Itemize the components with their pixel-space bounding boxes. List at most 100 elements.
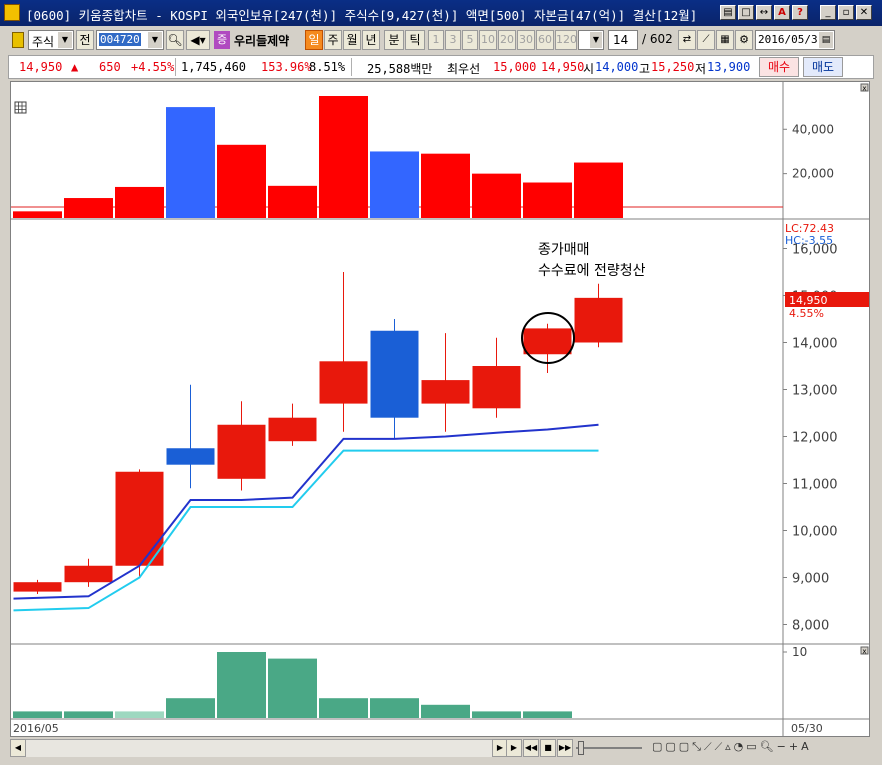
period-minute-button[interactable]: 분: [384, 30, 404, 50]
volume-bar: [574, 162, 623, 218]
search-icon: 🔍︎: [167, 33, 183, 47]
quote-bar: 14,950 ▲ 650 +4.55% 1,745,460 153.96% 8.…: [8, 55, 874, 79]
scroll-left-button[interactable]: ◀: [10, 739, 26, 757]
period-year-button[interactable]: 년: [362, 30, 380, 50]
minute-1-button[interactable]: 1: [428, 30, 444, 50]
period-tick-button[interactable]: 틱: [405, 30, 425, 50]
volume-bar: [268, 185, 317, 218]
annotation-line-2: 수수료에 전량청산: [538, 263, 646, 279]
price-tick-label: 8,000: [792, 619, 829, 634]
volume-bar: [166, 107, 215, 218]
bid-price: 14,950: [541, 60, 585, 74]
speaker-icon: ◀▾: [190, 33, 206, 47]
price-tick-label: 10,000: [792, 525, 838, 540]
candle-body: [421, 380, 470, 404]
count-total: / 602: [642, 32, 673, 46]
candle-body: [115, 471, 164, 566]
high-price: 15,250: [651, 60, 695, 74]
close-button[interactable]: ✕: [856, 5, 872, 20]
search-button[interactable]: 🔍︎: [166, 30, 184, 50]
sell-button[interactable]: 매도: [803, 57, 843, 77]
badge-jeung: 증: [214, 31, 230, 49]
open-price: 14,000: [595, 60, 639, 74]
price-marker-pct: 4.55%: [789, 307, 824, 320]
indicator-line-light: [13, 449, 599, 612]
scrollbar-track[interactable]: [26, 739, 492, 757]
maximize-button[interactable]: ▫: [838, 5, 854, 20]
pin-icon[interactable]: [12, 32, 24, 48]
minute-10-button[interactable]: 10: [479, 30, 497, 50]
font-icon[interactable]: A: [774, 5, 790, 20]
calendar-icon[interactable]: ▤: [819, 32, 833, 48]
play-icon[interactable]: ▶: [506, 739, 522, 757]
tool-icons[interactable]: ▢▢▢⤡⟋⟋▵◔▭🔍︎−+A: [652, 740, 812, 754]
price-change: 650: [99, 60, 121, 74]
minute-3-button[interactable]: 3: [445, 30, 461, 50]
window-title: [0600] 키움종합차트 - KOSPI 외국인보유[247(천)] 주식수[…: [26, 8, 698, 23]
price-marker-label: 14,950: [789, 294, 828, 307]
high-label: 고: [639, 62, 651, 76]
low-price: 13,900: [707, 60, 751, 74]
speed-slider-handle[interactable]: [578, 741, 584, 755]
minute-20-button[interactable]: 20: [498, 30, 516, 50]
fast-forward-icon[interactable]: ▶▶: [557, 739, 573, 757]
minute-5-button[interactable]: 5: [462, 30, 478, 50]
open-label: 시: [583, 62, 595, 76]
volume-tick-label: 40,000: [792, 122, 834, 136]
minute-custom-select[interactable]: ▼: [578, 30, 604, 50]
pane-settings-icon[interactable]: [14, 101, 27, 114]
volume-bar: [421, 153, 470, 218]
price-tick-label: 14,000: [792, 337, 838, 352]
chevron-down-icon: ▼: [58, 32, 72, 48]
candle-body: [13, 582, 62, 592]
bottom-toolbar: ◀ ▶ ▶ ◀◀ ■ ▶▶ ▢▢▢⤡⟋⟋▵◔▭🔍︎−+A: [10, 738, 870, 758]
candle-body: [319, 361, 368, 404]
all-button[interactable]: 전: [76, 30, 94, 50]
candle-body: [217, 424, 266, 479]
volume-bar: [370, 151, 419, 218]
window-icon[interactable]: □: [738, 5, 754, 20]
close-pane-icon[interactable]: x: [860, 83, 869, 93]
date-input[interactable]: 2016/05/3 ▤: [755, 30, 835, 50]
chart-frame[interactable]: x x 20,000 40,000 8,000 9,000 10,000 11,000 12…: [10, 81, 870, 737]
stock-code-input[interactable]: 004720 ▼: [96, 30, 164, 50]
minute-30-button[interactable]: 30: [517, 30, 535, 50]
period-week-button[interactable]: 주: [324, 30, 342, 50]
candle-body: [370, 330, 419, 418]
oscillator-bar: [472, 711, 521, 718]
close-pane-icon[interactable]: x: [860, 646, 869, 656]
compress-icon[interactable]: ⇄: [678, 30, 696, 50]
app-icon: [4, 4, 20, 21]
sound-button[interactable]: ◀▾: [186, 30, 210, 50]
volume-bar: [13, 211, 62, 218]
link-icon[interactable]: ↔: [756, 5, 772, 20]
chart-canvas[interactable]: x x 20,000 40,000 8,000 9,000 10,000 11,000 12…: [11, 82, 869, 736]
help-icon[interactable]: ?: [792, 5, 808, 20]
window-titlebar: [0600] 키움종합차트 - KOSPI 외국인보유[247(천)] 주식수[…: [0, 0, 882, 26]
buy-button[interactable]: 매수: [759, 57, 799, 77]
oscillator-bar: [64, 711, 113, 718]
minute-60-button[interactable]: 60: [536, 30, 554, 50]
svg-text:x: x: [862, 648, 866, 656]
period-month-button[interactable]: 월: [343, 30, 361, 50]
market-type-select[interactable]: 주식 ▼: [28, 30, 74, 50]
tile-icon[interactable]: ▤: [720, 5, 736, 20]
chart-line-icon[interactable]: ⟋: [697, 30, 715, 50]
minute-120-button[interactable]: 120: [555, 30, 577, 50]
volume-bar: [64, 198, 113, 218]
divider: [175, 58, 176, 76]
divider: [351, 58, 352, 76]
oscillator-bar: [319, 698, 368, 718]
oscillator-bar: [115, 711, 164, 718]
oscillator-bar: [421, 704, 470, 718]
minimize-button[interactable]: _: [820, 5, 836, 20]
count-input[interactable]: 14: [608, 30, 638, 50]
date-left-label: 2016/05: [13, 722, 59, 735]
settings-icon[interactable]: ⚙: [735, 30, 753, 50]
candle-body: [472, 366, 521, 409]
stop-icon[interactable]: ■: [540, 739, 556, 757]
chart-image-icon[interactable]: ▦: [716, 30, 734, 50]
speed-slider[interactable]: [576, 747, 642, 749]
rewind-icon[interactable]: ◀◀: [523, 739, 539, 757]
period-day-button[interactable]: 일: [305, 30, 323, 50]
